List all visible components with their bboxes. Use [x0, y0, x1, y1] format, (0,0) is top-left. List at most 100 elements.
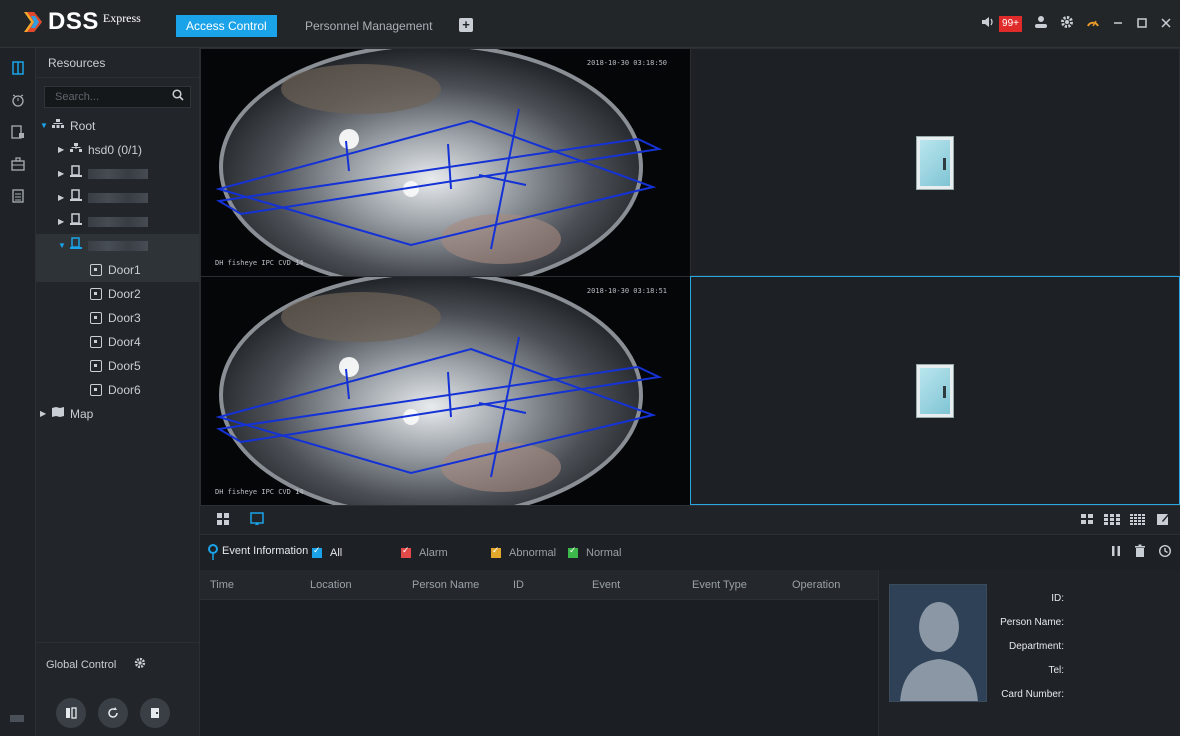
briefcase-icon[interactable]	[0, 152, 36, 176]
door-icon	[90, 360, 102, 372]
trash-icon[interactable]	[1134, 544, 1146, 561]
close-icon[interactable]	[1160, 14, 1172, 34]
checkbox-checked-icon[interactable]	[568, 545, 578, 558]
filter-abnormal-checkbox[interactable]: Abnormal	[491, 545, 557, 559]
speaker-icon[interactable]	[981, 14, 995, 34]
filter-label: Abnormal	[509, 547, 557, 559]
location-pin-icon	[208, 544, 218, 560]
tree-item-device-selected[interactable]: ▼	[36, 234, 199, 258]
resources-title: Resources	[36, 48, 199, 78]
tree-item-label: Door1	[108, 263, 141, 277]
collapse-caret-icon[interactable]: ▶	[58, 138, 68, 162]
column-header-location[interactable]: Location	[300, 570, 402, 599]
person-avatar	[889, 584, 987, 702]
video-camera-label: DH fisheye IPC CVD 14	[215, 488, 304, 496]
collapse-caret-icon[interactable]: ▶	[58, 210, 68, 234]
alarm-count-badge[interactable]: 99+	[999, 16, 1022, 32]
collapse-caret-icon[interactable]: ▶	[40, 402, 50, 426]
tab-personnel-management[interactable]: Personnel Management	[295, 15, 442, 37]
device-icon	[68, 210, 84, 234]
expand-caret-icon[interactable]: ▼	[58, 234, 68, 258]
custom-layout-edit-icon[interactable]	[1156, 512, 1170, 529]
checkbox-checked-icon[interactable]	[401, 545, 411, 558]
fisheye-video-1: 2018-10-30 03:18:50 DH fisheye IPC CVD 1…	[201, 49, 691, 277]
door-icon	[90, 312, 102, 324]
tab-access-control[interactable]: Access Control	[176, 15, 277, 37]
door-icon	[90, 384, 102, 396]
video-grid: 2018-10-30 03:18:50 DH fisheye IPC CVD 1…	[200, 48, 1180, 506]
layout-9-icon[interactable]	[1104, 512, 1120, 529]
tree-item-root[interactable]: ▼ Root	[36, 114, 199, 138]
video-window-1[interactable]: 2018-10-30 03:18:50 DH fisheye IPC CVD 1…	[200, 48, 691, 277]
column-header-operation[interactable]: Operation	[782, 570, 878, 599]
event-table: Time Location Person Name ID Event Event…	[200, 570, 878, 736]
tree-item-door1[interactable]: Door1	[36, 258, 199, 282]
tree-item-device[interactable]: ▶	[36, 186, 199, 210]
alarm-clock-icon[interactable]	[0, 88, 36, 112]
maximize-icon[interactable]	[1136, 14, 1148, 34]
user-icon[interactable]	[1034, 14, 1048, 34]
tree-item-label: Map	[70, 407, 94, 421]
search-icon[interactable]	[172, 89, 184, 104]
person-name-label: Person Name:	[1000, 617, 1064, 628]
video-wall-icon[interactable]	[250, 512, 264, 529]
collapse-rail-icon[interactable]	[10, 712, 24, 726]
collapse-caret-icon[interactable]: ▶	[58, 186, 68, 210]
layout-grid-icon[interactable]	[216, 512, 230, 529]
tree-item-hsd0[interactable]: ▶ hsd0 (0/1)	[36, 138, 199, 162]
column-header-event[interactable]: Event	[582, 570, 682, 599]
tree-item-door2[interactable]: Door2	[36, 282, 199, 306]
organization-icon	[50, 114, 66, 138]
video-window-2[interactable]	[690, 48, 1180, 276]
performance-gauge-icon[interactable]	[1086, 14, 1100, 34]
collapse-caret-icon[interactable]: ▶	[58, 162, 68, 186]
expand-caret-icon[interactable]: ▼	[40, 114, 50, 138]
tree-item-door4[interactable]: Door4	[36, 330, 199, 354]
layout-4-icon[interactable]	[1080, 512, 1094, 529]
column-header-time[interactable]: Time	[200, 570, 300, 599]
open-all-doors-button[interactable]	[56, 698, 86, 728]
history-clock-icon[interactable]	[1158, 544, 1172, 561]
column-header-event-type[interactable]: Event Type	[682, 570, 782, 599]
door-status-icon	[917, 137, 953, 189]
tree-item-label: Door2	[108, 287, 141, 301]
tree-item-label: hsd0 (0/1)	[88, 143, 143, 157]
pause-icon[interactable]	[1110, 544, 1122, 561]
global-control-label: Global Control	[46, 658, 117, 671]
tree-item-device[interactable]: ▶	[36, 162, 199, 186]
top-bar: DSS Express Access Control Personnel Man…	[0, 0, 1180, 48]
video-window-3[interactable]: 2018-10-30 03:18:51 DH fisheye IPC CVD 1…	[200, 276, 691, 506]
tree-item-door3[interactable]: Door3	[36, 306, 199, 330]
filter-alarm-checkbox[interactable]: Alarm	[401, 545, 448, 559]
device-lock-icon[interactable]	[0, 120, 36, 144]
minimize-icon[interactable]	[1112, 14, 1124, 34]
restore-normal-button[interactable]	[98, 698, 128, 728]
filter-normal-checkbox[interactable]: Normal	[568, 545, 621, 559]
column-header-id[interactable]: ID	[503, 570, 582, 599]
tree-item-device[interactable]: ▶	[36, 210, 199, 234]
global-control-bar: Global Control	[36, 642, 200, 686]
left-icon-rail	[0, 48, 36, 736]
checkbox-checked-icon[interactable]	[312, 545, 322, 558]
tree-item-label: Door5	[108, 359, 141, 373]
map-icon	[50, 402, 66, 426]
video-window-4-selected[interactable]	[690, 276, 1180, 505]
gear-icon[interactable]	[1060, 14, 1074, 34]
obscured-device-name	[88, 241, 148, 251]
checkbox-checked-icon[interactable]	[491, 545, 501, 558]
layout-16-icon[interactable]	[1130, 512, 1146, 529]
door-icon	[90, 288, 102, 300]
global-control-settings-icon[interactable]	[134, 657, 146, 672]
add-tab-button[interactable]: +	[459, 18, 473, 32]
tree-item-map[interactable]: ▶ Map	[36, 402, 199, 426]
column-header-person-name[interactable]: Person Name	[402, 570, 503, 599]
tree-item-door6[interactable]: Door6	[36, 378, 199, 402]
close-all-doors-button[interactable]	[140, 698, 170, 728]
search-input[interactable]	[45, 87, 190, 107]
video-timestamp: 2018-10-30 03:18:50	[586, 59, 667, 67]
report-icon[interactable]	[0, 184, 36, 208]
door-module-icon[interactable]	[0, 56, 36, 80]
tree-item-door5[interactable]: Door5	[36, 354, 199, 378]
filter-all-checkbox[interactable]: All	[312, 545, 342, 559]
device-icon	[68, 162, 84, 186]
